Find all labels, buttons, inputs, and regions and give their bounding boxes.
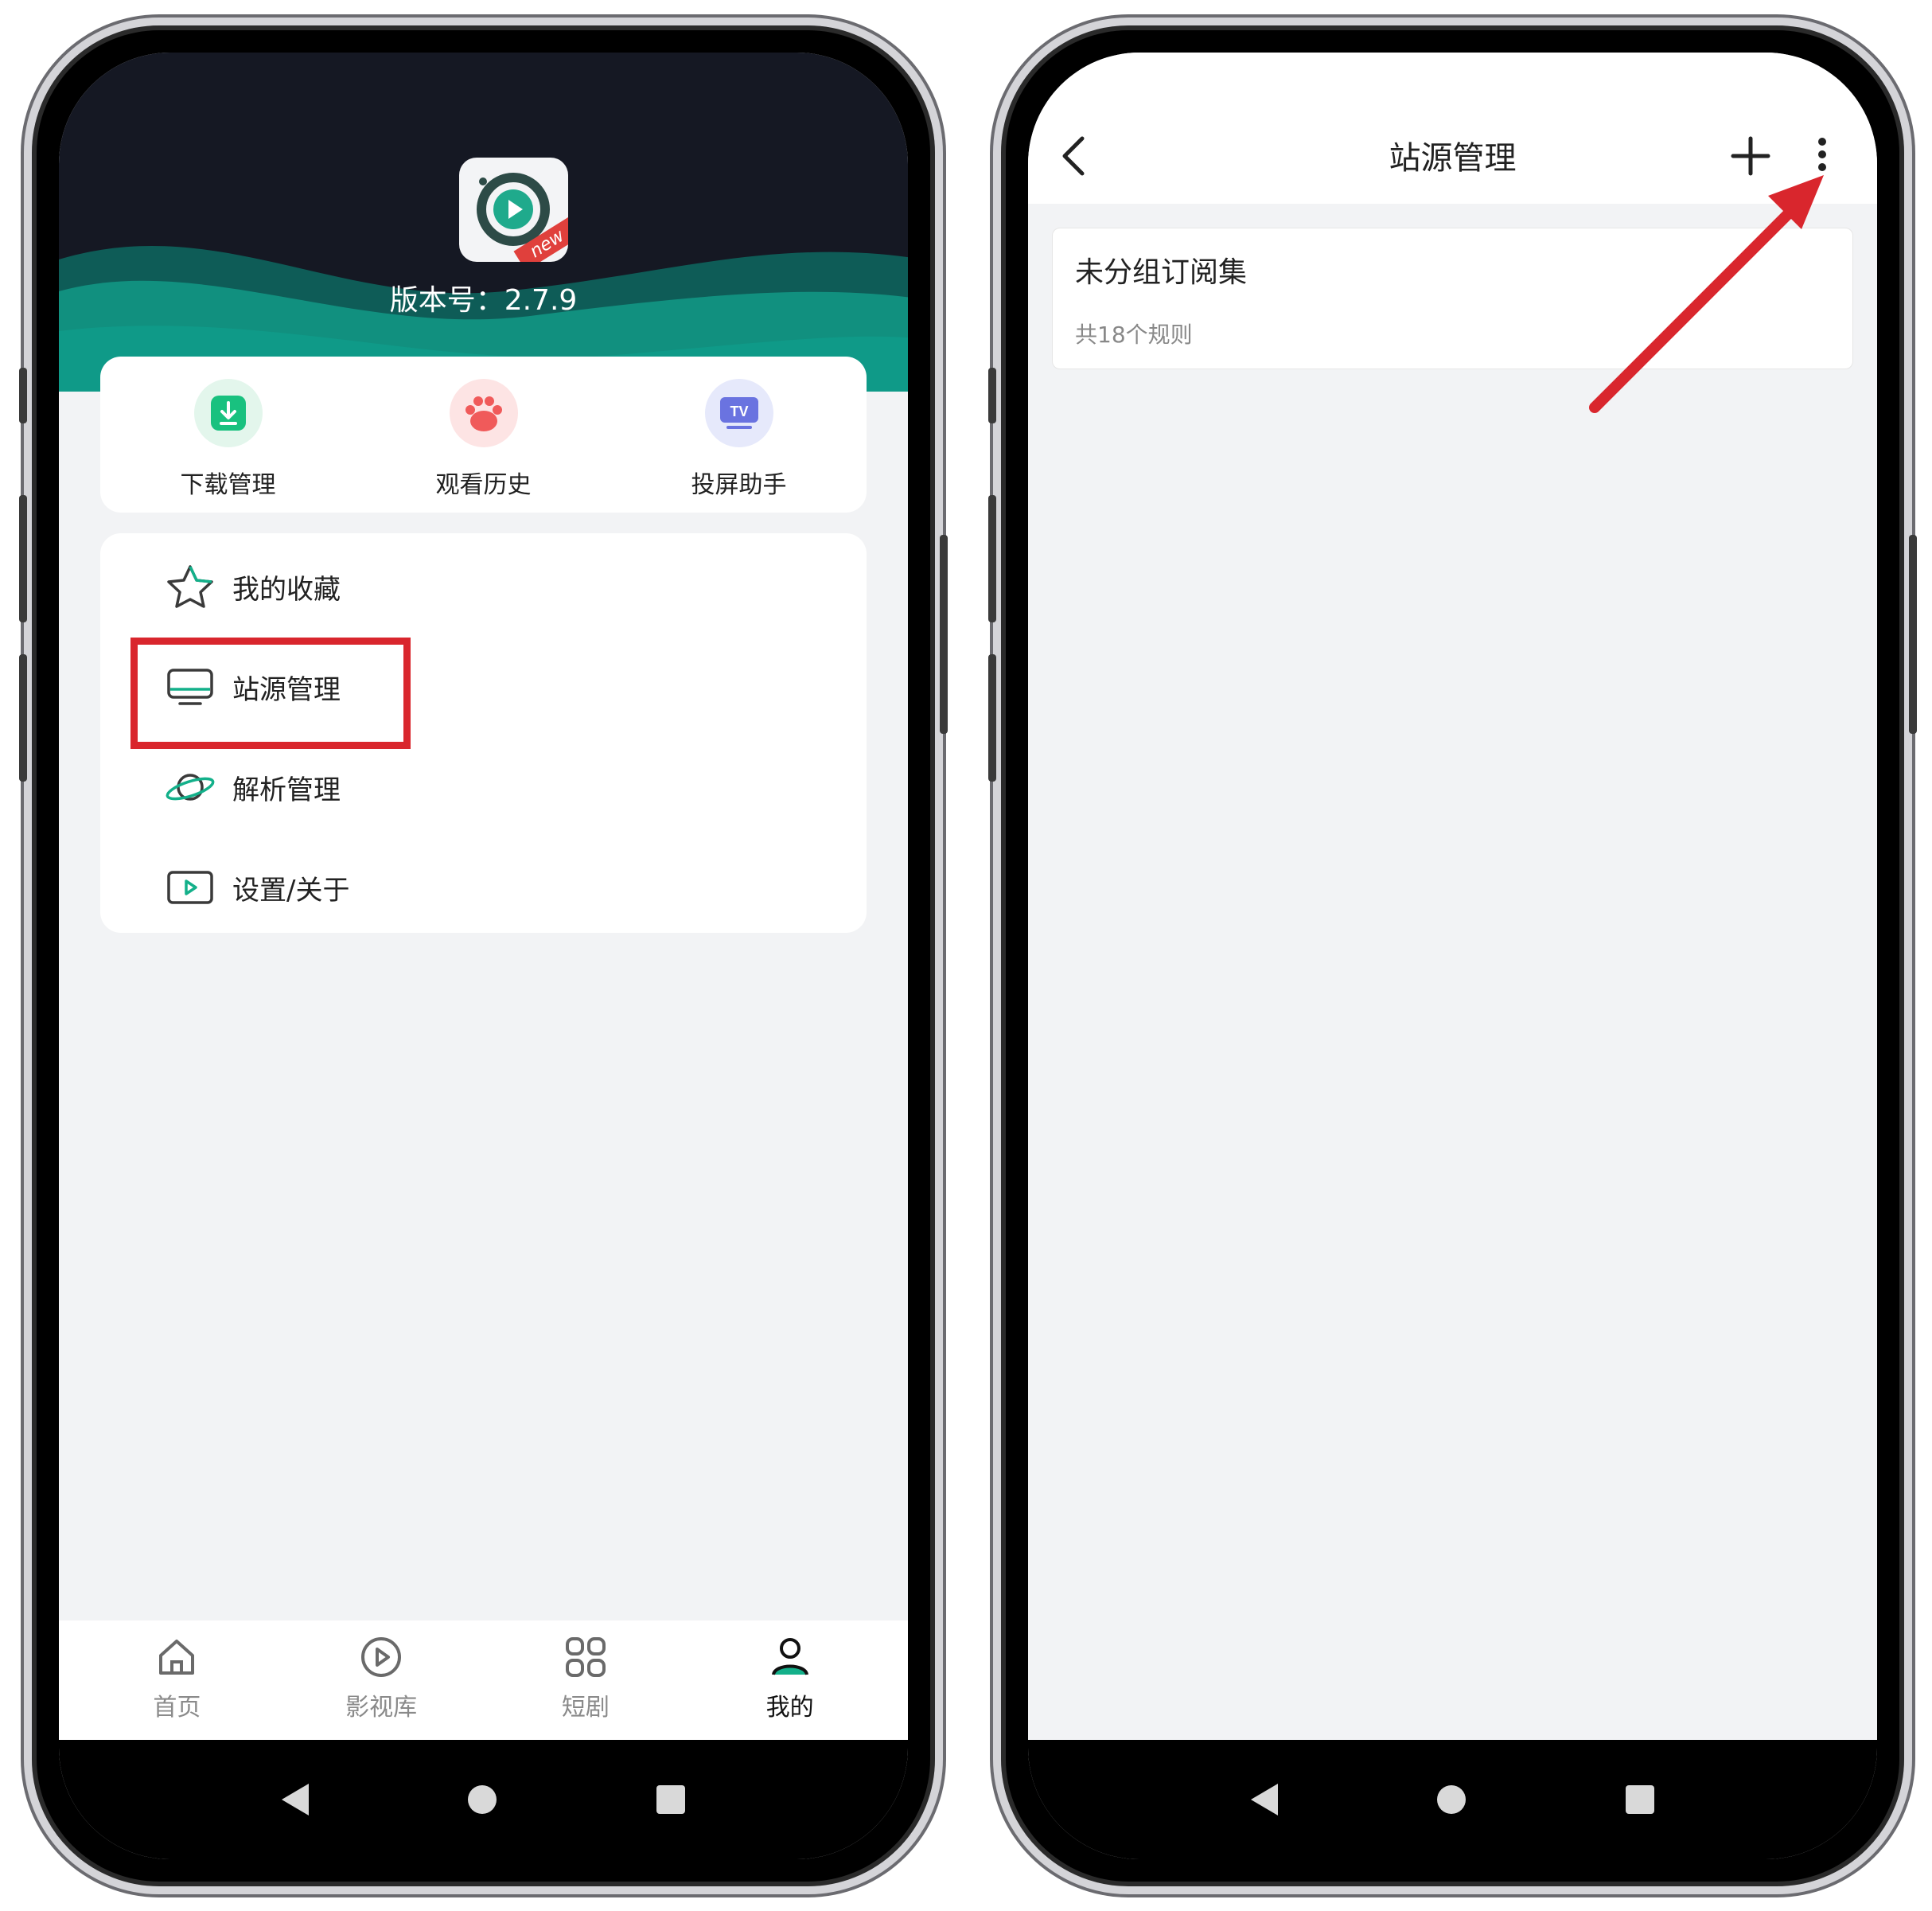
highlight-annotation <box>130 638 411 749</box>
right-screen: 站源管理 未分组订阅集 共18个规则 <box>1028 53 1877 1859</box>
watch-history-button[interactable]: 观看历史 <box>364 357 603 500</box>
tab-mine[interactable]: 我的 <box>711 1620 870 1722</box>
grid-icon <box>565 1637 606 1677</box>
system-back-icon[interactable] <box>282 1784 310 1815</box>
system-nav-bar-right <box>1028 1740 1877 1859</box>
paw-icon <box>449 379 518 447</box>
left-phone: new 版本号：2.7.9 下载管理 观看历史 TV 投屏助手 我的收藏 站源管… <box>19 18 948 1894</box>
tab-library[interactable]: 影视库 <box>302 1620 461 1722</box>
version-label: 版本号：2.7.9 <box>389 284 578 317</box>
menu-item-parse-manage[interactable]: 解析管理 <box>164 759 341 815</box>
bottom-tabbar: 首页 影视库 短剧 我的 <box>59 1620 908 1740</box>
app-logo: new <box>459 158 568 262</box>
subscription-group-card[interactable]: 未分组订阅集 共18个规则 <box>1052 228 1853 369</box>
star-icon <box>164 563 216 610</box>
watch-history-label: 观看历史 <box>435 471 532 499</box>
system-back-icon[interactable] <box>1251 1784 1279 1815</box>
svg-text:TV: TV <box>730 404 748 419</box>
group-rule-count: 共18个规则 <box>1075 322 1193 348</box>
tab-label-library: 影视库 <box>345 1694 418 1722</box>
cast-assistant-button[interactable]: TV 投屏助手 <box>620 357 859 500</box>
download-icon <box>193 379 263 447</box>
top-navbar: 站源管理 <box>1028 53 1877 204</box>
download-manager-button[interactable]: 下载管理 <box>109 357 348 500</box>
group-title: 未分组订阅集 <box>1075 256 1248 289</box>
profile-header: new 版本号：2.7.9 <box>59 53 908 392</box>
left-screen: new 版本号：2.7.9 下载管理 观看历史 TV 投屏助手 我的收藏 站源管… <box>59 53 908 1859</box>
right-phone: 站源管理 未分组订阅集 共18个规则 <box>988 18 1917 1894</box>
cast-assistant-label: 投屏助手 <box>691 471 787 499</box>
menu-label-settings: 设置/关于 <box>232 874 350 907</box>
play-box-icon <box>164 864 216 911</box>
tab-label-short-drama: 短剧 <box>561 1694 610 1722</box>
system-home-icon[interactable] <box>1437 1785 1467 1814</box>
quick-actions-card: 下载管理 观看历史 TV 投屏助手 <box>100 357 867 513</box>
play-circle-icon <box>361 1637 402 1677</box>
menu-item-favorites[interactable]: 我的收藏 <box>164 559 341 614</box>
menu-item-settings[interactable]: 设置/关于 <box>164 860 349 915</box>
tv-icon: TV <box>704 379 773 447</box>
user-icon <box>771 1638 808 1675</box>
menu-label-parse-manage: 解析管理 <box>232 774 341 806</box>
tab-home[interactable]: 首页 <box>97 1620 256 1722</box>
tab-label-mine: 我的 <box>765 1694 814 1722</box>
system-home-icon[interactable] <box>468 1785 497 1814</box>
planet-icon <box>164 763 216 811</box>
tab-label-home: 首页 <box>153 1694 201 1722</box>
system-nav-bar <box>59 1740 908 1859</box>
menu-label-favorites: 我的收藏 <box>232 573 341 606</box>
home-icon <box>159 1640 195 1675</box>
menu-card: 我的收藏 站源管理 解析管理 设置/关于 <box>100 533 867 933</box>
more-vertical-icon[interactable] <box>1806 131 1838 178</box>
system-recents-icon[interactable] <box>656 1785 685 1814</box>
add-icon[interactable] <box>1727 132 1774 180</box>
download-manager-label: 下载管理 <box>180 471 276 499</box>
system-recents-icon[interactable] <box>1625 1785 1654 1814</box>
tab-short-drama[interactable]: 短剧 <box>506 1620 665 1722</box>
